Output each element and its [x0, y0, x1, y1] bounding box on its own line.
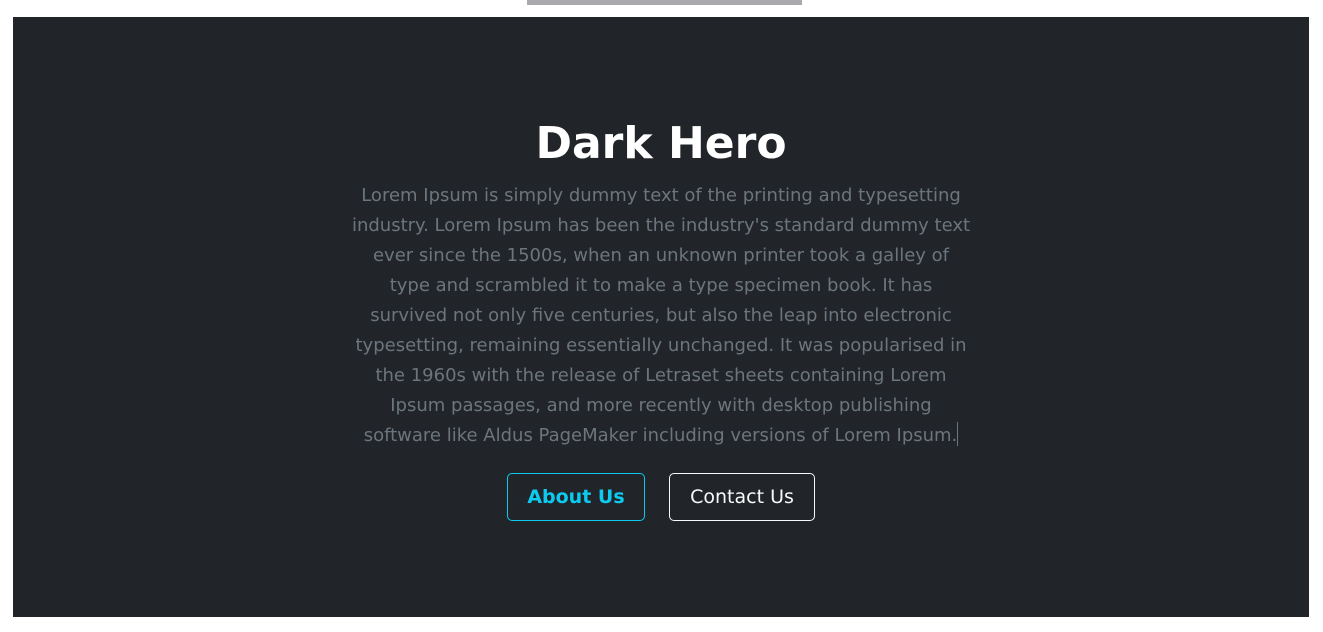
- text-cursor: [957, 422, 959, 446]
- hero-description: Lorem Ipsum is simply dummy text of the …: [351, 181, 971, 451]
- hero-description-text: Lorem Ipsum is simply dummy text of the …: [351, 185, 971, 446]
- dark-hero-section: Dark Hero Lorem Ipsum is simply dummy te…: [13, 17, 1309, 617]
- contact-us-button[interactable]: Contact Us: [669, 473, 815, 521]
- top-tab-indicator: [527, 0, 802, 5]
- hero-title: Dark Hero: [535, 118, 787, 169]
- about-us-button[interactable]: About Us: [507, 473, 645, 521]
